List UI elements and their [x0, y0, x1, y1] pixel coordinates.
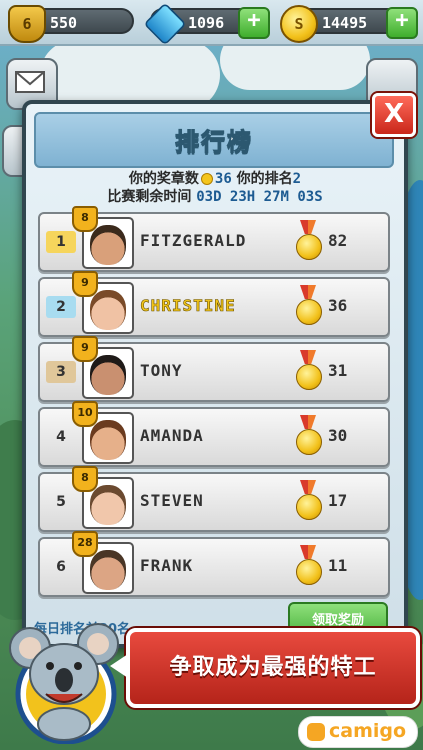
- medal-icon: [294, 415, 322, 459]
- level-badge-icon: 10: [72, 401, 98, 427]
- avatar-photo: [90, 550, 126, 590]
- level-counter: 6 550: [8, 5, 134, 43]
- leaderboard-row[interactable]: 4 10 AMANDA 30: [38, 401, 390, 467]
- player-name: CHRISTINE: [140, 296, 236, 316]
- avatar-photo: [90, 290, 126, 330]
- title-bar: 排行榜: [34, 112, 394, 168]
- level-badge-icon: 28: [72, 531, 98, 557]
- time-remaining-line: 比赛剩余时间 03D 23H 27M 03S: [26, 186, 404, 206]
- medal-icon: [294, 350, 322, 394]
- player-name: TONY: [140, 361, 183, 380]
- coin-badge: S: [294, 15, 304, 33]
- koala-mascot: [6, 614, 126, 745]
- envelope-icon: [15, 71, 45, 93]
- rank-badge: 1: [46, 231, 76, 253]
- time-label: 比赛剩余时间: [107, 189, 192, 205]
- rank-badge: 3: [46, 361, 76, 383]
- brand-logo: camigo: [298, 716, 418, 748]
- rank-badge: 2: [46, 296, 76, 318]
- leaderboard-panel: 排行榜 你的奖章数 36 你的排名2 比赛剩余时间 03D 23H 27M 03S…: [22, 100, 408, 648]
- medal-count: 31: [328, 361, 348, 380]
- level-badge-icon: 9: [72, 271, 98, 297]
- medal-icon: [294, 480, 322, 524]
- coin-value: 14495: [322, 14, 368, 32]
- avatar-photo: [90, 420, 126, 460]
- leaderboard-row[interactable]: 2 9 CHRISTINE 36: [38, 271, 390, 337]
- medal-icon: [294, 545, 322, 589]
- add-coins-button[interactable]: +: [386, 7, 418, 39]
- medal-icon: [294, 220, 322, 264]
- avatar-photo: [90, 355, 126, 395]
- level-value: 550: [50, 14, 78, 32]
- leaderboard-row[interactable]: 6 28 FRANK 11: [38, 531, 390, 597]
- coin-icon: S: [280, 5, 318, 43]
- avatar-photo: [90, 485, 126, 525]
- level-badge: 6: [22, 15, 32, 33]
- level-badge-icon: 9: [72, 336, 98, 362]
- rank-value: 2: [292, 171, 302, 187]
- leaderboard-row[interactable]: 1 8 FITZGERALD 82: [38, 206, 390, 272]
- medal-count: 17: [328, 491, 348, 510]
- promo-banner: 争取成为最强的特工: [110, 628, 420, 708]
- player-name: AMANDA: [140, 426, 204, 445]
- gem-value: 1096: [188, 14, 225, 32]
- level-badge-icon: 8: [72, 206, 98, 232]
- add-gems-button[interactable]: +: [238, 7, 270, 39]
- close-button[interactable]: X: [372, 93, 416, 137]
- rank-badge: 4: [56, 429, 66, 445]
- medal-icon: [200, 173, 213, 185]
- gem-counter: 1096 +: [143, 2, 270, 46]
- player-name: FRANK: [140, 556, 194, 575]
- player-stats-line: 你的奖章数 36 你的排名2: [26, 168, 404, 188]
- medal-count: 30: [328, 426, 348, 445]
- camigo-logo-icon: [307, 723, 325, 741]
- leaderboard-title: 排行榜: [175, 128, 253, 157]
- leaderboard-row[interactable]: 3 9 TONY 31: [38, 336, 390, 402]
- resource-bar: 6 550 1096 + S 14495 +: [0, 0, 423, 46]
- medal-count: 82: [328, 231, 348, 250]
- rank-label: 你的排名: [236, 171, 293, 187]
- rank-badge: 5: [56, 494, 66, 510]
- time-value: 03D 23H 27M 03S: [196, 189, 323, 205]
- avatar-photo: [90, 225, 126, 265]
- player-name: STEVEN: [140, 491, 204, 510]
- brand-name: camigo: [329, 720, 407, 742]
- level-badge-icon: 8: [72, 466, 98, 492]
- shield-level-icon: 6: [8, 5, 46, 43]
- medal-icon: [294, 285, 322, 329]
- medals-label: 你的奖章数: [128, 171, 199, 187]
- leaderboard-row[interactable]: 5 8 STEVEN 17: [38, 466, 390, 532]
- medals-value: 36: [214, 171, 232, 187]
- diamond-icon: [143, 2, 187, 46]
- medal-count: 36: [328, 296, 348, 315]
- player-name: FITZGERALD: [140, 231, 247, 250]
- medal-count: 11: [328, 556, 348, 575]
- rank-badge: 6: [56, 559, 66, 575]
- promo-text: 争取成为最强的特工: [169, 655, 377, 680]
- coin-counter: S 14495 +: [280, 5, 418, 43]
